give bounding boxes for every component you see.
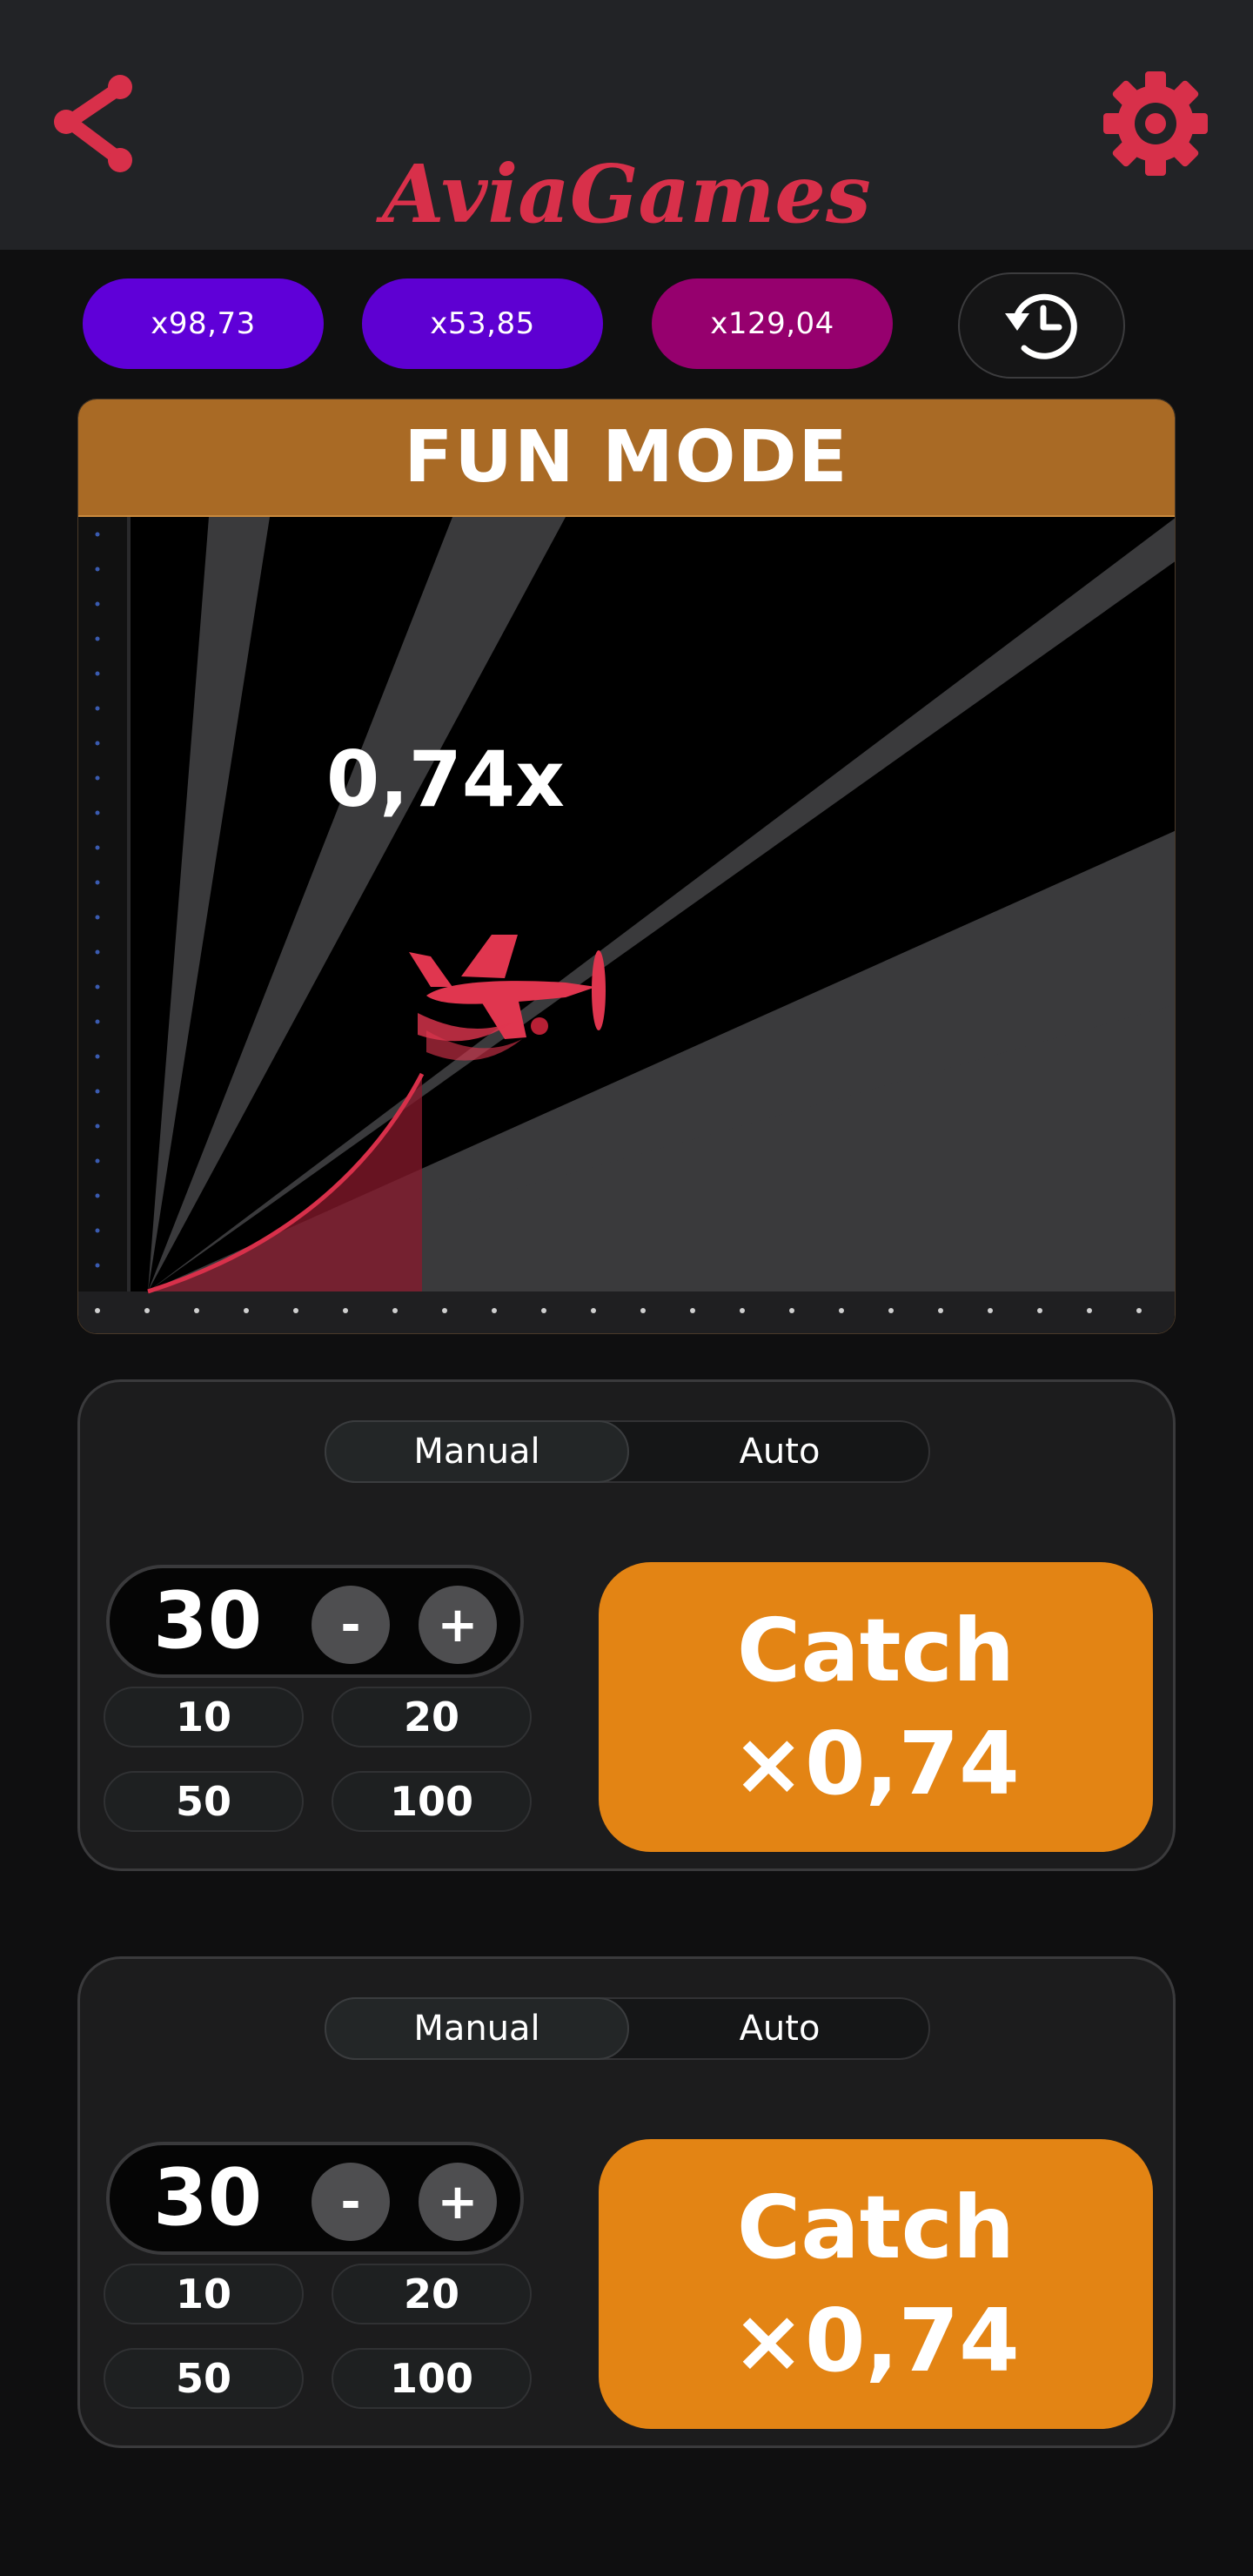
history-icon: [1005, 293, 1077, 359]
mode-toggle: Manual Auto: [325, 1420, 930, 1483]
share-icon[interactable]: [49, 71, 143, 176]
quick-bet-button[interactable]: 50: [104, 2348, 304, 2409]
tab-auto[interactable]: Auto: [627, 1420, 932, 1483]
decrease-bet-button[interactable]: -: [312, 2163, 390, 2241]
tab-manual[interactable]: Manual: [325, 1997, 629, 2060]
catch-multiplier: ×0,74: [732, 2289, 1020, 2392]
game-canvas: [78, 517, 1175, 1333]
bet-amount-value[interactable]: 30: [153, 1568, 262, 1674]
game-area: FUN MODE 0,74x: [77, 399, 1176, 1334]
catch-button[interactable]: Catch ×0,74: [599, 1562, 1153, 1852]
history-multiplier-pill: x129,04: [652, 278, 893, 369]
svg-text:AviaGames: AviaGames: [375, 147, 871, 241]
top-header: AviaGames: [0, 0, 1253, 250]
quick-bet-button[interactable]: 20: [332, 1687, 532, 1748]
bet-panel: Manual Auto 30 - + 10 20 50 100 Catch ×0…: [77, 1379, 1176, 1871]
history-button[interactable]: [958, 272, 1125, 379]
fun-mode-banner: FUN MODE: [78, 399, 1175, 517]
bet-amount-stepper: 30 - +: [106, 1565, 524, 1678]
catch-button[interactable]: Catch ×0,74: [599, 2139, 1153, 2429]
quick-bet-button[interactable]: 10: [104, 1687, 304, 1748]
decrease-bet-button[interactable]: -: [312, 1586, 390, 1664]
bet-amount-stepper: 30 - +: [106, 2142, 524, 2255]
catch-multiplier: ×0,74: [732, 1712, 1020, 1815]
quick-bet-button[interactable]: 10: [104, 2264, 304, 2324]
increase-bet-button[interactable]: +: [419, 1586, 497, 1664]
quick-bet-button[interactable]: 100: [332, 2348, 532, 2409]
history-multiplier-pill: x98,73: [83, 278, 324, 369]
catch-label: Catch: [736, 1599, 1015, 1701]
quick-bet-button[interactable]: 50: [104, 1771, 304, 1832]
tab-auto[interactable]: Auto: [627, 1997, 932, 2060]
tab-manual[interactable]: Manual: [325, 1420, 629, 1483]
gear-icon[interactable]: [1102, 70, 1209, 178]
mode-toggle: Manual Auto: [325, 1997, 930, 2060]
quick-bet-button[interactable]: 20: [332, 2264, 532, 2324]
bet-amount-value[interactable]: 30: [153, 2145, 262, 2251]
quick-bet-button[interactable]: 100: [332, 1771, 532, 1832]
logo: AviaGames: [375, 147, 871, 241]
increase-bet-button[interactable]: +: [419, 2163, 497, 2241]
catch-label: Catch: [736, 2176, 1015, 2278]
history-multiplier-pill: x53,85: [362, 278, 603, 369]
current-multiplier: 0,74x: [326, 735, 565, 824]
bet-panel: Manual Auto 30 - + 10 20 50 100 Catch ×0…: [77, 1956, 1176, 2448]
